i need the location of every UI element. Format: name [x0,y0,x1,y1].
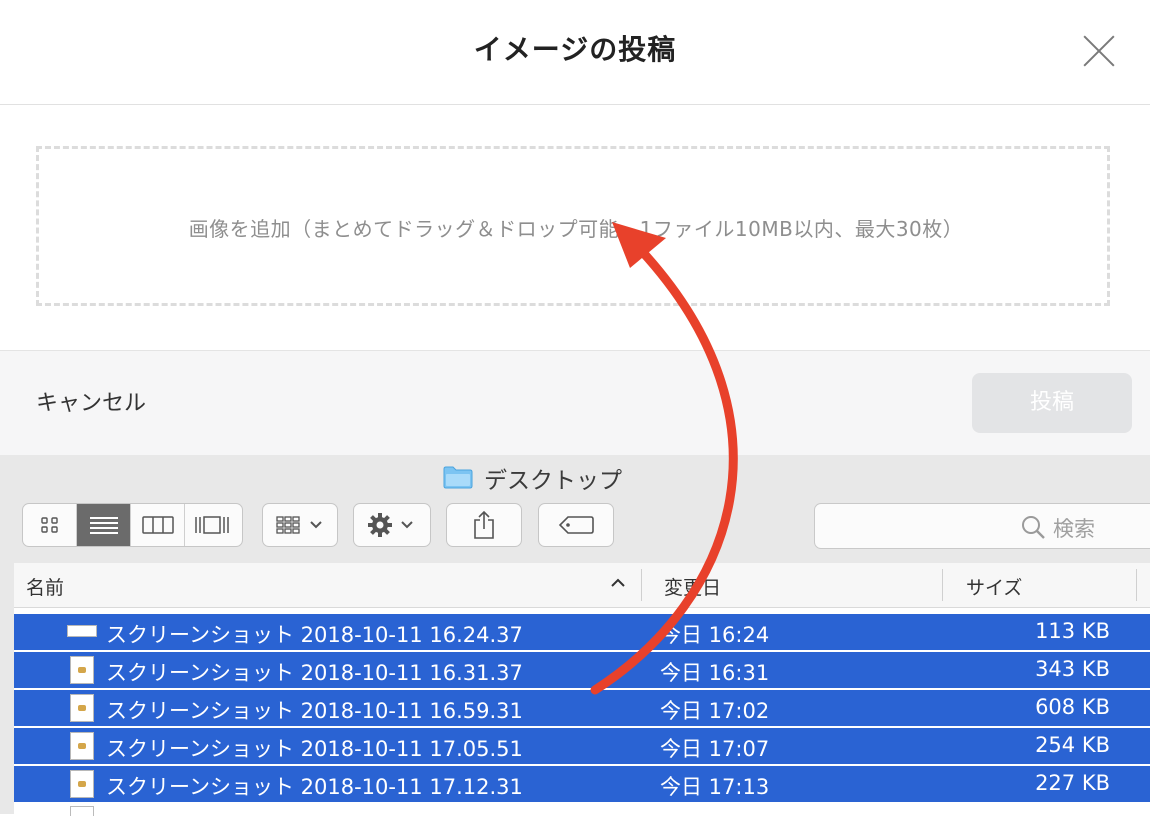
column-view-icon [141,516,174,534]
gallery-view-button[interactable] [185,504,238,546]
file-thumbnail-icon [67,625,97,637]
share-icon [474,510,494,539]
column-header-name[interactable]: 名前 [26,573,64,600]
search-input[interactable]: 検索 [814,503,1150,549]
post-button[interactable]: 投稿 [972,373,1132,433]
close-icon[interactable] [1082,34,1116,68]
file-thumbnail-icon [70,694,94,722]
file-row[interactable]: スクリーンショット 2018-10-11 17.05.51 今日 17:07 2… [14,728,1150,764]
file-row[interactable]: スクリーンショット 2018-10-11 16.24.37 今日 16:24 1… [14,614,1150,650]
action-button[interactable] [353,503,431,547]
cancel-button[interactable]: キャンセル [36,385,146,417]
arrange-button[interactable] [262,503,338,547]
file-date: 今日 17:13 [660,775,770,799]
search-placeholder: 検索 [1053,517,1095,541]
finder-window-title: デスクトップ [484,468,622,494]
icon-view-button[interactable] [23,504,77,546]
list-view-icon [89,517,118,534]
file-size: 608 KB [1035,695,1110,719]
share-button[interactable] [446,503,522,547]
sort-ascending-icon[interactable] [610,575,626,591]
file-size: 254 KB [1035,733,1110,757]
file-list: 名前 変更日 サイズ スクリーンショット 2018-10-11 16.24.37… [14,563,1150,816]
dialog-footer: キャンセル 投稿 [0,350,1150,455]
list-view-button[interactable] [77,504,131,546]
folder-icon [443,466,473,489]
column-headers: 名前 変更日 サイズ [14,563,1150,608]
dialog-title: イメージの投稿 [473,33,677,66]
finder-window: デスクトップ 検索 名前 変更日 サイズ スクリーンショット 2018-10-1… [0,455,1150,816]
drop-zone-text: 画像を追加（まとめてドラッグ＆ドロップ可能、1ファイル10MB以内、最大30枚） [188,217,964,241]
file-thumbnail-icon [70,770,94,798]
file-size: 227 KB [1035,771,1110,795]
file-row[interactable]: スクリーンショット 2018-10-11 16.31.37 今日 16:31 3… [14,652,1150,688]
column-divider[interactable] [641,569,642,601]
file-size: 113 KB [1035,619,1110,643]
icon-view-icon [40,517,58,533]
arrange-icon [276,516,322,534]
file-date: 今日 17:07 [660,737,770,761]
file-thumbnail-icon [70,732,94,760]
file-row[interactable]: スクリーンショット 2018-10-11 16.59.31 今日 17:02 6… [14,690,1150,726]
tag-icon [558,516,594,534]
column-divider[interactable] [942,569,943,601]
tag-button[interactable] [538,503,614,547]
image-drop-zone[interactable]: 画像を追加（まとめてドラッグ＆ドロップ可能、1ファイル10MB以内、最大30枚） [36,146,1110,306]
gallery-view-icon [194,516,229,534]
file-thumbnail-icon [70,806,94,816]
gear-icon [368,513,413,537]
file-row-partial[interactable] [14,806,1150,816]
column-header-date[interactable]: 変更日 [664,573,721,600]
file-name: スクリーンショット 2018-10-11 16.59.31 [106,699,523,723]
file-name: スクリーンショット 2018-10-11 17.12.31 [106,775,523,799]
file-date: 今日 16:31 [660,661,770,685]
dialog-header: イメージの投稿 [0,0,1150,105]
file-row[interactable]: スクリーンショット 2018-10-11 17.12.31 今日 17:13 2… [14,766,1150,802]
search-icon [1022,516,1045,539]
view-mode-control [22,503,243,547]
column-divider[interactable] [1136,569,1137,601]
file-name: スクリーンショット 2018-10-11 16.31.37 [106,661,523,685]
column-header-size[interactable]: サイズ [966,573,1022,600]
finder-title-bar: デスクトップ [0,455,1150,497]
file-thumbnail-icon [70,656,94,684]
file-date: 今日 17:02 [660,699,770,723]
column-view-button[interactable] [131,504,185,546]
file-name: スクリーンショット 2018-10-11 17.05.51 [106,737,523,761]
file-name: スクリーンショット 2018-10-11 16.24.37 [106,623,523,647]
file-size: 343 KB [1035,657,1110,681]
file-date: 今日 16:24 [660,623,770,647]
